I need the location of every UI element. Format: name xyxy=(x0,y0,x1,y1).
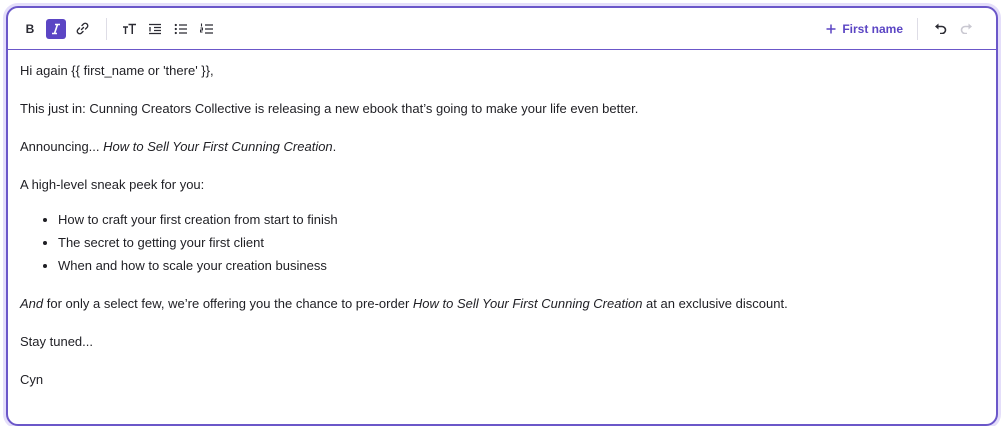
bulleted-list-icon xyxy=(174,23,187,34)
toolbar-divider xyxy=(917,17,918,40)
email-editor: B First name Hi again {{first_name or '… xyxy=(6,6,998,426)
bulleted-list-button[interactable] xyxy=(171,19,191,39)
insert-field-label: First name xyxy=(842,21,903,36)
numbered-list-icon xyxy=(200,23,213,34)
paragraph: Stay tuned... xyxy=(20,334,93,349)
undo-icon xyxy=(934,23,946,34)
list-item: How to craft your first creation from st… xyxy=(58,211,984,229)
text-size-button[interactable] xyxy=(119,19,139,39)
plus-icon xyxy=(826,24,836,33)
paragraph: A high-level sneak peek for you: xyxy=(20,177,205,192)
text-size-icon xyxy=(122,23,136,34)
preorder-paragraph: And for only a select few, we’re offerin… xyxy=(20,296,788,311)
book-title: How to Sell Your First Cunning Creation xyxy=(103,139,333,154)
numbered-list-button[interactable] xyxy=(197,19,217,39)
indent-button[interactable] xyxy=(145,19,165,39)
email-body[interactable]: Hi again {{ first_name or 'there' }}, Th… xyxy=(8,50,996,389)
list-item: When and how to scale your creation busi… xyxy=(58,257,984,275)
bold-icon: B xyxy=(25,21,35,36)
bold-button[interactable]: B xyxy=(20,19,40,39)
toolbar-divider xyxy=(106,17,107,40)
list-item: The secret to getting your first client xyxy=(58,234,984,252)
indent-icon xyxy=(149,23,161,34)
announcement-paragraph: Announcing... How to Sell Your First Cun… xyxy=(20,139,337,154)
redo-icon xyxy=(960,23,972,34)
link-icon xyxy=(76,22,88,35)
redo-button[interactable] xyxy=(956,19,976,39)
link-button[interactable] xyxy=(72,19,92,39)
undo-button[interactable] xyxy=(930,19,950,39)
italic-icon xyxy=(52,23,60,34)
paragraph: This just in: Cunning Creators Collectiv… xyxy=(20,101,639,116)
bullet-list: How to craft your first creation from st… xyxy=(20,211,984,275)
editor-toolbar: B First name xyxy=(8,8,996,50)
italic-button[interactable] xyxy=(46,18,66,39)
book-title: How to Sell Your First Cunning Creation xyxy=(412,296,643,311)
greeting-line: Hi again {{ first_name or 'there' }}, xyxy=(20,63,214,78)
insert-first-name-button[interactable]: First name xyxy=(826,22,903,36)
signature: Cyn xyxy=(20,372,44,387)
